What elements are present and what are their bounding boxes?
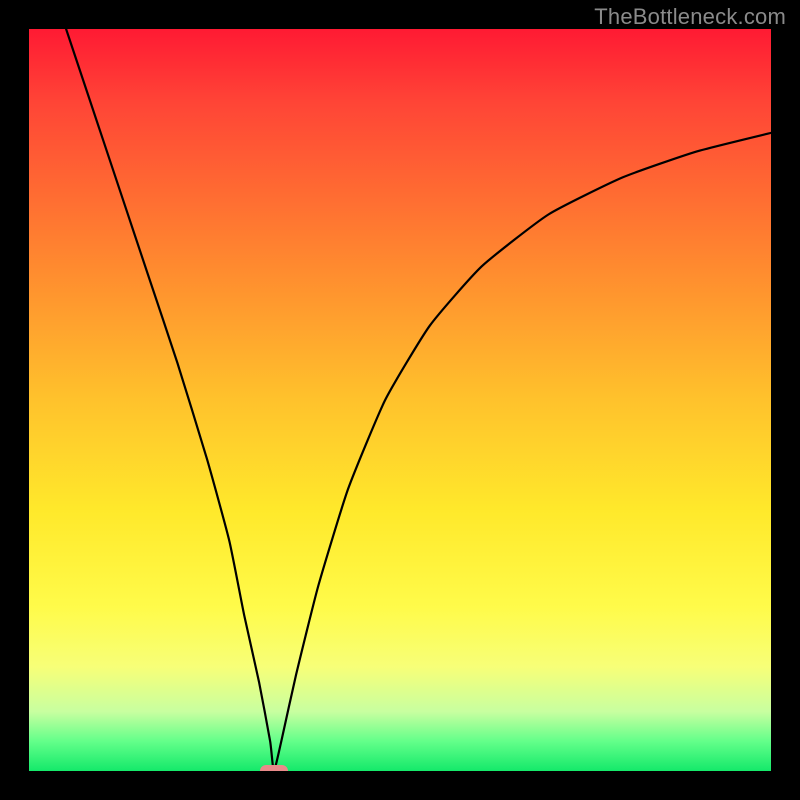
chart-plot-area: [29, 29, 771, 771]
bottleneck-curve-path: [66, 29, 771, 771]
outer-frame: TheBottleneck.com: [0, 0, 800, 800]
bottleneck-marker: [260, 765, 288, 771]
watermark-text: TheBottleneck.com: [594, 4, 786, 30]
bottleneck-curve-svg: [29, 29, 771, 771]
